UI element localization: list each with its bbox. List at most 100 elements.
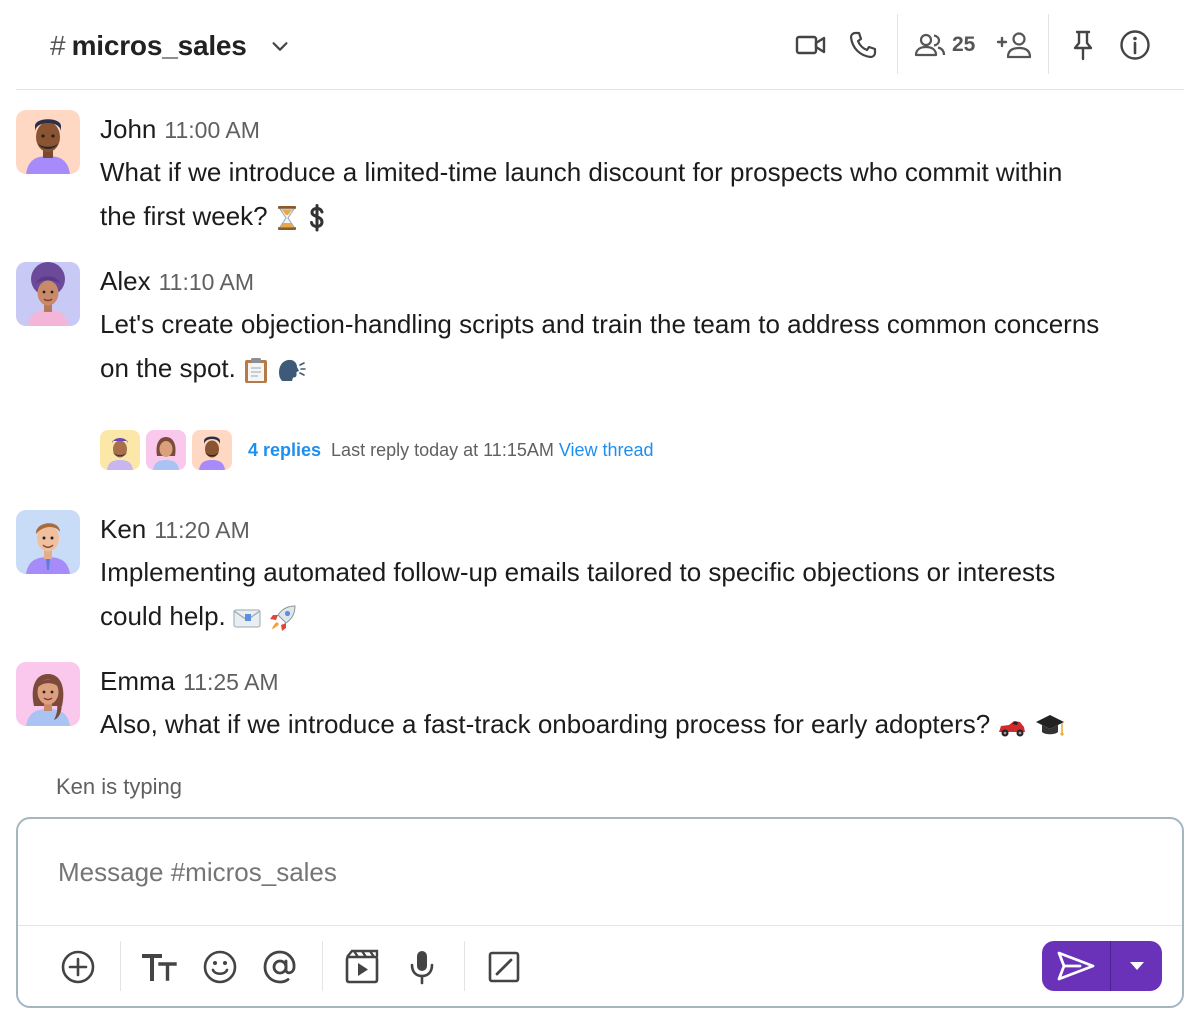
graduation-cap-icon: [1035, 715, 1064, 736]
phone-icon: [849, 31, 877, 59]
message-text-line: on the spot.: [100, 346, 1184, 390]
toolbar-divider: [322, 941, 323, 991]
toolbar-divider: [464, 941, 465, 991]
message-timestamp[interactable]: 11:10 AM: [159, 269, 254, 296]
header-divider: [897, 14, 898, 74]
message-timestamp[interactable]: 11:20 AM: [154, 517, 249, 544]
mention-button[interactable]: [260, 947, 300, 987]
message-author[interactable]: John: [100, 114, 156, 145]
message-text-line: could help.: [100, 594, 1184, 638]
add-attachment-button[interactable]: [58, 947, 98, 987]
view-thread-link[interactable]: View thread: [559, 440, 654, 461]
mention-icon: [263, 950, 296, 984]
typing-indicator: Ken is typing: [56, 774, 182, 799]
message-text-line: Let's create objection-handling scripts …: [100, 309, 1100, 339]
hourglass-icon: [277, 206, 296, 231]
add-member-button[interactable]: [996, 28, 1034, 62]
pinned-button[interactable]: [1066, 28, 1100, 62]
clipboard-icon: [245, 358, 268, 384]
emoji-icon: [203, 950, 237, 984]
slash-command-icon: [488, 951, 520, 983]
thread-summary[interactable]: 4 replies Last reply today at 11:15AM Vi…: [100, 430, 654, 470]
channel-hash: #: [50, 30, 66, 61]
message-input[interactable]: [58, 857, 1138, 888]
members-button[interactable]: 25: [914, 28, 975, 62]
member-count: 25: [952, 33, 976, 56]
composer-divider: [18, 925, 1182, 926]
text-format-icon: [142, 954, 177, 981]
thread-replies-link[interactable]: 4 replies: [248, 440, 321, 461]
message-meta: Emma 11:25 AM: [100, 662, 1184, 702]
message-text: Also, what if we introduce a fast-track …: [100, 702, 1184, 746]
avatar-emma: [16, 662, 80, 726]
microphone-icon: [410, 951, 434, 985]
message-author[interactable]: Emma: [100, 666, 175, 697]
send-button-group: [1042, 941, 1162, 991]
avatar[interactable]: [16, 110, 80, 174]
dollar-sign-icon: [310, 204, 324, 232]
phone-call-button[interactable]: [846, 28, 880, 62]
message-body: Alex 11:10 AM Let's create objection-han…: [100, 262, 1184, 390]
send-button[interactable]: [1042, 941, 1110, 991]
emoji-button[interactable]: [200, 947, 240, 987]
video-clip-icon: [345, 949, 379, 984]
channel-header: # micros_sales 25: [16, 0, 1184, 90]
caret-down-icon: [1129, 962, 1144, 970]
message-author[interactable]: Ken: [100, 514, 146, 545]
message-author[interactable]: Alex: [100, 266, 151, 297]
add-circle-icon: [61, 950, 95, 984]
message-meta: Alex 11:10 AM: [100, 262, 1184, 302]
race-car-icon: [999, 721, 1026, 737]
message-text-line: Implementing automated follow-up emails …: [100, 557, 1056, 587]
avatar[interactable]: [16, 262, 80, 326]
rocket-icon: [270, 605, 296, 632]
message-text-line: the first week?: [100, 194, 1184, 238]
message-text-line: Also, what if we introduce a fast-track …: [100, 702, 1184, 746]
toolbar-divider: [120, 941, 121, 991]
speaking-head-icon: [279, 359, 307, 382]
chevron-down-icon: [272, 42, 288, 51]
avatar[interactable]: [16, 510, 80, 574]
message-body: Emma 11:25 AM Also, what if we introduce…: [100, 662, 1184, 746]
add-person-icon: [996, 32, 1032, 59]
voice-message-button[interactable]: [402, 947, 442, 987]
avatar-ken: [16, 510, 80, 574]
channel-info-button[interactable]: [1118, 28, 1152, 62]
pin-icon: [1073, 30, 1093, 61]
avatar-participant-3: [192, 430, 232, 470]
envelope-icon: [233, 609, 261, 628]
message-text-segment: the first week?: [100, 201, 268, 231]
video-call-button[interactable]: [794, 28, 828, 62]
message-timestamp[interactable]: 11:25 AM: [183, 669, 278, 696]
avatar-alex: [16, 262, 80, 326]
message-timestamp[interactable]: 11:00 AM: [164, 117, 259, 144]
avatar-john: [16, 110, 80, 174]
avatar-participant-2: [146, 430, 186, 470]
message-text: What if we introduce a limited-time laun…: [100, 150, 1184, 238]
channel-title-button[interactable]: # micros_sales: [50, 24, 291, 68]
message-body: John 11:00 AM What if we introduce a lim…: [100, 110, 1184, 238]
avatar-participant-1: [100, 430, 140, 470]
thread-last-reply: Last reply today at 11:15AM: [331, 439, 554, 460]
text-format-button[interactable]: [140, 947, 180, 987]
header-divider: [1048, 14, 1049, 74]
channel-name: micros_sales: [71, 30, 247, 61]
message-text-segment: on the spot.: [100, 353, 236, 383]
info-icon: [1120, 30, 1150, 60]
thread-participant-avatar: [192, 430, 232, 470]
message-text-line: What if we introduce a limited-time laun…: [100, 157, 1063, 187]
message-meta: John 11:00 AM: [100, 110, 1184, 150]
message-text-segment: could help.: [100, 601, 226, 631]
message-text: Let's create objection-handling scripts …: [100, 302, 1184, 390]
members-icon: [914, 33, 946, 57]
avatar[interactable]: [16, 662, 80, 726]
slash-command-button[interactable]: [484, 947, 524, 987]
send-options-button[interactable]: [1111, 941, 1162, 991]
message-body: Ken 11:20 AM Implementing automated foll…: [100, 510, 1184, 638]
video-camera-icon: [795, 35, 826, 55]
video-clip-button[interactable]: [342, 947, 382, 987]
message-meta: Ken 11:20 AM: [100, 510, 1184, 550]
message-text: Implementing automated follow-up emails …: [100, 550, 1184, 638]
thread-participant-avatar: [100, 430, 140, 470]
thread-participant-avatar: [146, 430, 186, 470]
